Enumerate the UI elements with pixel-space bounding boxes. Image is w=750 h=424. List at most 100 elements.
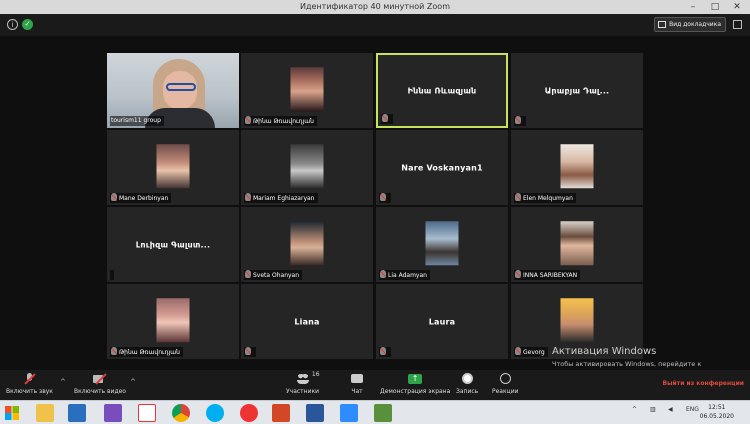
participant-display-name: Լուիզա Գալստ... xyxy=(135,240,211,249)
participant-avatar xyxy=(425,220,459,265)
participant-name-label: INNA SARIBEKYAN xyxy=(514,270,581,280)
muted-microphone-icon xyxy=(380,193,386,201)
grid-icon xyxy=(658,21,667,28)
powerpoint-icon[interactable] xyxy=(272,404,290,422)
share-screen-label: Демонстрация экрана xyxy=(380,388,451,395)
media-player-icon[interactable] xyxy=(104,404,122,422)
zoom-window: Идентификатор 40 минутной Zoom – □ ✕ i ✓… xyxy=(0,0,750,424)
record-icon xyxy=(460,373,474,385)
title-bar: Идентификатор 40 минутной Zoom – □ ✕ xyxy=(0,0,750,14)
zoom-taskbar-icon[interactable] xyxy=(340,404,358,422)
speaker-view-label: Вид докладчика xyxy=(669,21,721,28)
clock-time: 12:51 xyxy=(708,404,726,411)
close-icon[interactable]: ✕ xyxy=(726,0,748,14)
participant-display-name: Laura xyxy=(428,317,456,326)
chat-button[interactable]: Чат xyxy=(350,373,364,395)
muted-microphone-icon xyxy=(380,270,386,278)
fullscreen-icon[interactable] xyxy=(733,20,742,29)
skype-icon[interactable] xyxy=(206,404,224,422)
participant-tile[interactable]: Laura xyxy=(376,284,508,359)
participant-name-label: Lia Adamyan xyxy=(379,270,430,280)
muted-microphone-icon xyxy=(515,193,521,201)
participant-name: Sveta Ohanyan xyxy=(253,272,300,279)
participant-name: Թինա Թռավուդյան xyxy=(253,118,314,125)
record-button[interactable]: Запись xyxy=(456,373,478,395)
participant-avatar xyxy=(290,143,324,188)
participant-tile[interactable]: Lia Adamyan xyxy=(376,207,508,282)
participant-avatar xyxy=(560,297,594,342)
participant-name-label: Elen Melqumyan xyxy=(514,193,576,203)
yandex-icon[interactable] xyxy=(138,404,156,422)
mail-icon[interactable] xyxy=(68,404,86,422)
muted-microphone-icon xyxy=(245,347,251,355)
participant-tile[interactable]: Թինա Թռավուդյան xyxy=(107,284,239,359)
participant-tile[interactable]: Իննա Ռևազյան xyxy=(376,53,508,128)
participant-tile[interactable]: Mane Derbinyan xyxy=(107,130,239,205)
participant-name-label xyxy=(381,114,393,124)
participant-tile[interactable]: Liana xyxy=(241,284,373,359)
participant-tile[interactable]: Արաբյա Դալ... xyxy=(511,53,643,128)
muted-microphone-icon xyxy=(245,193,251,201)
participant-tile[interactable]: Sveta Ohanyan xyxy=(241,207,373,282)
microphone-muted-icon xyxy=(22,373,37,385)
taskbar-clock[interactable]: 12:51 06.05.2020 xyxy=(700,403,734,421)
participant-name-label xyxy=(244,347,256,357)
participants-icon: 16 xyxy=(296,371,320,385)
muted-microphone-icon xyxy=(380,347,386,355)
shield-icon[interactable]: ✓ xyxy=(22,19,33,30)
tray-chevron-icon[interactable]: ^ xyxy=(632,406,637,413)
start-video-label: Включить видео xyxy=(74,388,126,395)
participant-tile[interactable]: Լուիզա Գալստ... xyxy=(107,207,239,282)
participant-name: Mariam Eghiazaryan xyxy=(253,195,315,202)
participant-name-label xyxy=(110,270,114,280)
start-video-button[interactable]: Включить видео xyxy=(74,373,126,395)
participant-tile[interactable]: INNA SARIBEKYAN xyxy=(511,207,643,282)
chat-label: Чат xyxy=(351,388,363,395)
participant-name-label: Mariam Eghiazaryan xyxy=(244,193,318,203)
info-icon[interactable]: i xyxy=(7,19,18,30)
participant-tile[interactable]: Nare Voskanyan1 xyxy=(376,130,508,205)
participants-count: 16 xyxy=(311,371,320,378)
file-explorer-icon[interactable] xyxy=(36,404,54,422)
participant-name-label: Թինա Թռավուդյան xyxy=(244,116,317,126)
participants-button[interactable]: 16 Участники xyxy=(286,371,320,395)
participant-tile[interactable]: tourism11 group xyxy=(107,53,239,128)
participant-name: Lia Adamyan xyxy=(388,272,427,279)
unmute-label: Включить звук xyxy=(6,388,53,395)
video-options-chevron-icon[interactable]: ^ xyxy=(130,378,136,386)
windows-start-icon[interactable] xyxy=(5,406,19,420)
volume-icon[interactable]: ◀ xyxy=(668,406,673,413)
window-title: Идентификатор 40 минутной Zoom xyxy=(300,2,450,11)
maximize-icon[interactable]: □ xyxy=(704,0,726,14)
participant-name-label xyxy=(379,193,391,203)
input-language[interactable]: ENG xyxy=(686,406,699,413)
participant-tile[interactable]: Թինա Թռավուդյան xyxy=(241,53,373,128)
speaker-view-button[interactable]: Вид докладчика xyxy=(654,17,726,32)
participant-tile[interactable]: Elen Melqumyan xyxy=(511,130,643,205)
minimize-icon[interactable]: – xyxy=(682,0,704,14)
participant-name: Mane Derbinyan xyxy=(119,195,169,202)
participant-name: Gevorg xyxy=(523,349,545,356)
participant-name-label xyxy=(514,116,526,126)
yandex-browser-icon[interactable] xyxy=(240,404,258,422)
unmute-button[interactable]: Включить звук xyxy=(6,373,53,395)
chrome-icon[interactable] xyxy=(172,404,190,422)
reactions-icon xyxy=(498,373,512,385)
participant-display-name: Իննա Ռևազյան xyxy=(407,86,477,95)
participant-avatar xyxy=(290,66,324,111)
muted-microphone-icon xyxy=(515,347,521,355)
word-icon[interactable] xyxy=(306,404,324,422)
muted-microphone-icon xyxy=(382,114,388,122)
participant-name: Թինա Թռավուդյան xyxy=(119,349,180,356)
network-icon[interactable]: ▥ xyxy=(650,406,656,413)
reactions-button[interactable]: Реакции xyxy=(492,373,519,395)
taskbar-app-icon[interactable] xyxy=(374,404,392,422)
audio-options-chevron-icon[interactable]: ^ xyxy=(60,378,66,386)
participant-avatar xyxy=(560,143,594,188)
participant-name-label: Թինա Թռավուդյան xyxy=(110,347,183,357)
participant-tile[interactable]: Mariam Eghiazaryan xyxy=(241,130,373,205)
camera-off-icon xyxy=(92,373,107,385)
leave-meeting-button[interactable]: Выйти из конференции xyxy=(663,380,744,387)
share-screen-button[interactable]: ↑ Демонстрация экрана xyxy=(380,373,450,395)
share-screen-icon: ↑ xyxy=(408,373,423,385)
